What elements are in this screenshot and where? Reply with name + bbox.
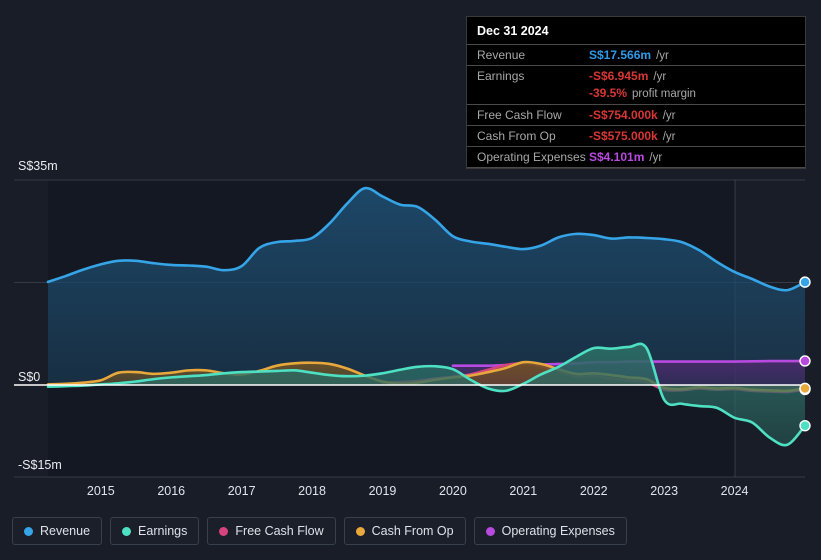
x-axis-tick: 2022 [579, 484, 608, 498]
tooltip-row: Cash From Op -S$575.000k/yr [467, 125, 805, 146]
x-axis-tick: 2020 [439, 484, 467, 498]
tooltip-row-unit: /yr [653, 71, 667, 83]
tooltip-rows: Revenue S$17.566m/yr Earnings -S$6.945m/yr -… [467, 44, 805, 167]
legend-color-dot [355, 526, 365, 536]
x-axis-tick: 2024 [720, 484, 749, 498]
tooltip-row-value: -39.5% profit margin [589, 86, 696, 100]
chart-legend: Revenue Earnings Free Cash Flow Cash From O… [12, 517, 627, 545]
x-axis-tick: 2021 [509, 484, 538, 498]
y-axis-tick: S$35m [18, 159, 58, 173]
tooltip-row-label: Earnings [477, 69, 525, 83]
tooltip-row: Revenue S$17.566m/yr [467, 44, 805, 65]
legend-color-dot [485, 526, 495, 536]
legend-item-label: Earnings [138, 524, 188, 538]
tooltip-row-unit: /yr [649, 152, 663, 164]
legend-item-cash-from-op[interactable]: Cash From Op [343, 517, 466, 545]
legend-color-dot [122, 526, 132, 536]
tooltip-row-value: -S$754.000k/yr [589, 108, 676, 122]
financial-chart-page: S$35m S$0 -S$15m 2015 2016 2017 2018 2019 2020 2… [0, 0, 821, 560]
x-axis-tick: 2019 [368, 484, 397, 498]
legend-color-dot [24, 526, 33, 536]
legend-item-free-cash-flow[interactable]: Free Cash Flow [207, 517, 336, 545]
x-axis-tick: 2018 [298, 484, 326, 498]
tooltip-row: Earnings -S$6.945m/yr [467, 65, 805, 86]
tooltip-date: Dec 31 2024 [477, 24, 549, 38]
tooltip-row: Operating Expenses S$4.101m/yr [467, 146, 805, 167]
tooltip-row-value: -S$575.000k/yr [589, 129, 676, 143]
tooltip-row-label: Revenue [477, 48, 526, 62]
legend-item-operating-expenses[interactable]: Operating Expenses [473, 517, 627, 545]
legend-item-label: Revenue [40, 524, 91, 538]
y-axis-tick: S$0 [18, 370, 41, 384]
endpoint-marker [799, 419, 811, 432]
x-axis-tick: 2017 [227, 484, 256, 498]
endpoint-marker [799, 382, 811, 395]
data-tooltip: Dec 31 2024 Revenue S$17.566m/yr Earnings -… [466, 16, 806, 169]
tooltip-row-label: Cash From Op [477, 129, 556, 143]
legend-item-label: Free Cash Flow [235, 524, 324, 538]
endpoint-marker [799, 276, 811, 288]
legend-item-revenue[interactable]: Revenue [12, 517, 103, 545]
y-axis-tick: -S$15m [18, 458, 62, 472]
tooltip-bottom-rule [467, 167, 805, 168]
tooltip-row-value: -S$6.945m/yr [589, 69, 667, 83]
x-axis-tick: 2023 [650, 484, 679, 498]
tooltip-row-unit: /yr [662, 131, 676, 143]
legend-item-label: Operating Expenses [501, 524, 615, 538]
x-axis-tick: 2016 [157, 484, 186, 498]
tooltip-row-label: Operating Expenses [477, 150, 586, 164]
legend-item-label: Cash From Op [371, 524, 454, 538]
tooltip-row-value: S$4.101m/yr [589, 150, 663, 164]
tooltip-row-unit: /yr [662, 110, 676, 122]
x-axis-tick: 2015 [86, 484, 115, 498]
tooltip-row-value: S$17.566m/yr [589, 48, 669, 62]
tooltip-row: Free Cash Flow -S$754.000k/yr [467, 104, 805, 125]
tooltip-row-label: Free Cash Flow [477, 108, 562, 122]
endpoint-marker [799, 355, 811, 367]
legend-item-earnings[interactable]: Earnings [110, 517, 200, 545]
tooltip-row-unit: profit margin [632, 88, 696, 100]
tooltip-row: -39.5% profit margin [467, 86, 805, 104]
legend-color-dot [219, 526, 229, 536]
tooltip-row-unit: /yr [656, 50, 669, 62]
